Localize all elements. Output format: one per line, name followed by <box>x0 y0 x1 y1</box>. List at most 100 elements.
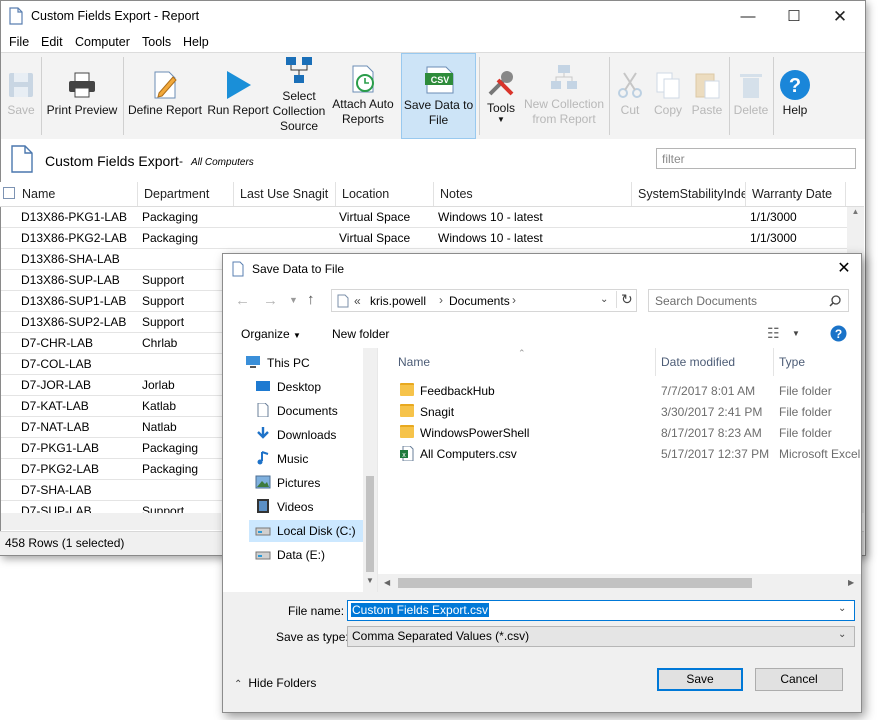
save-button[interactable]: Save <box>657 668 743 691</box>
column-header-location[interactable]: Location <box>336 182 434 206</box>
define-report-button[interactable]: Define Report <box>125 53 205 139</box>
delete-button[interactable]: Delete <box>731 53 771 139</box>
list-item[interactable]: FeedbackHub 7/7/2017 8:01 AM File folder <box>378 381 861 402</box>
tree-vertical-scrollbar[interactable]: ▼ <box>363 348 377 592</box>
address-history-chevron-icon[interactable]: ⌄ <box>600 294 608 305</box>
scroll-left-icon[interactable]: ◀ <box>384 578 390 587</box>
save-data-to-file-button[interactable]: CSV Save Data to File <box>401 53 476 139</box>
tools-button[interactable]: Tools ▼ <box>481 53 521 139</box>
cancel-button[interactable]: Cancel <box>755 668 843 691</box>
tree-item[interactable]: Downloads <box>255 424 336 446</box>
scroll-down-icon[interactable]: ▼ <box>366 576 374 585</box>
file-name-dropdown-icon[interactable]: ⌄ <box>838 603 846 614</box>
copy-button[interactable]: Copy <box>649 53 687 139</box>
view-chevron-down-icon[interactable]: ▼ <box>792 329 800 338</box>
table-row[interactable]: D13X86-PKG2-LAB Packaging Virtual Space Win… <box>1 228 847 249</box>
menu-edit[interactable]: Edit <box>41 35 63 49</box>
list-item[interactable]: WindowsPowerShell 8/17/2017 8:23 AM File f… <box>378 423 861 444</box>
help-button[interactable]: ? Help <box>775 53 815 139</box>
grid-horizontal-scrollbar[interactable] <box>1 513 221 530</box>
cut-button[interactable]: Cut <box>611 53 649 139</box>
menu-computer[interactable]: Computer <box>75 35 130 49</box>
document-icon <box>232 261 244 277</box>
column-header-name[interactable]: Name <box>16 182 138 206</box>
breadcrumb-kris-powell[interactable]: kris.powell <box>370 294 426 308</box>
list-item[interactable]: Snagit 3/30/2017 2:41 PM File folder <box>378 402 861 423</box>
column-header-last-use-snagit[interactable]: Last Use Snagit <box>234 182 336 206</box>
chevron-down-icon: ▼ <box>293 331 301 340</box>
close-button[interactable]: ✕ <box>817 1 863 32</box>
view-options-icon[interactable]: ☷ <box>767 325 780 342</box>
paste-button[interactable]: Paste <box>687 53 727 139</box>
select-all-checkbox[interactable] <box>3 187 15 199</box>
table-cell: D13X86-PKG1-LAB <box>21 210 128 224</box>
attach-auto-reports-button[interactable]: Attach Auto Reports <box>329 53 397 139</box>
tree-item-label: Desktop <box>277 380 322 394</box>
table-cell: D7-PKG2-LAB <box>21 462 100 476</box>
save-as-type-select[interactable]: Comma Separated Values (*.csv) ⌄ <box>347 626 855 647</box>
search-icon <box>829 295 841 307</box>
filter-input[interactable]: filter <box>656 148 856 169</box>
file-name-text: FeedbackHub <box>420 384 495 398</box>
breadcrumb-overflow[interactable]: « <box>354 294 361 308</box>
column-header-department[interactable]: Department <box>138 182 234 206</box>
scroll-up-icon[interactable]: ▲ <box>847 207 864 221</box>
save-toolbar-button[interactable]: Save <box>1 53 41 139</box>
breadcrumb-documents[interactable]: Documents <box>449 294 510 308</box>
dialog-footer: File name: Custom Fields Export.csv ⌄ Sa… <box>223 592 861 712</box>
back-arrow-icon[interactable]: ← <box>235 292 250 309</box>
file-column-type[interactable]: Type <box>774 348 861 376</box>
toolbar-separator <box>609 57 610 135</box>
toolbar-separator <box>479 57 480 135</box>
forward-arrow-icon[interactable]: → <box>263 292 278 309</box>
organize-button[interactable]: Organize ▼ <box>241 327 301 341</box>
tree-scroll-thumb[interactable] <box>366 476 374 572</box>
table-cell: Support <box>142 273 185 287</box>
videos-icon <box>255 499 277 514</box>
address-bar[interactable]: « kris.powell › Documents › ⌄ ↻ <box>331 289 637 312</box>
menu-help[interactable]: Help <box>183 35 209 49</box>
scroll-right-icon[interactable]: ▶ <box>848 578 854 587</box>
refresh-icon[interactable]: ↻ <box>616 291 633 308</box>
up-arrow-icon[interactable]: ↑ <box>307 291 315 308</box>
select-collection-source-button[interactable]: Select Collection Source <box>271 53 327 139</box>
search-documents-input[interactable]: Search Documents <box>648 289 849 312</box>
list-item[interactable]: x All Computers.csv 5/17/2017 12:37 PM Micr… <box>378 444 861 465</box>
file-list-scroll-thumb[interactable] <box>398 578 752 588</box>
column-header-notes[interactable]: Notes <box>434 182 632 206</box>
dialog-close-button[interactable]: ✕ <box>831 258 857 280</box>
file-name-input[interactable]: Custom Fields Export.csv ⌄ <box>347 600 855 621</box>
file-name: FeedbackHub <box>400 381 650 402</box>
tree-item[interactable]: Local Disk (C:) <box>249 520 363 542</box>
tree-item[interactable]: Data (E:) <box>255 544 325 566</box>
help-icon[interactable]: ? <box>830 325 847 342</box>
column-header-system-stability[interactable]: SystemStabilityInde: <box>632 182 746 206</box>
tree-item[interactable]: Documents <box>255 400 338 422</box>
column-header-warranty-date[interactable]: Warranty Date <box>746 182 846 206</box>
table-row[interactable]: D13X86-PKG1-LAB Packaging Virtual Space Win… <box>1 207 847 228</box>
tree-item[interactable]: This PC <box>245 352 310 374</box>
minimize-button[interactable]: — <box>725 1 771 32</box>
row-count-status: 458 Rows (1 selected) <box>5 536 125 550</box>
table-cell <box>636 228 746 249</box>
file-name-text: All Computers.csv <box>420 447 517 461</box>
menu-tools[interactable]: Tools <box>142 35 171 49</box>
maximize-button[interactable]: ☐ <box>771 1 817 32</box>
pictures-icon <box>255 475 277 490</box>
new-collection-from-report-button[interactable]: New Collection from Report <box>523 53 605 139</box>
menu-file[interactable]: File <box>9 35 29 49</box>
file-list-horizontal-scrollbar[interactable]: ◀ ▶ <box>378 574 861 592</box>
tree-item[interactable]: Desktop <box>255 376 321 398</box>
file-date: 3/30/2017 2:41 PM <box>661 405 763 419</box>
tree-item[interactable]: Music <box>255 448 308 470</box>
new-folder-button[interactable]: New folder <box>332 327 389 341</box>
document-icon <box>9 7 23 25</box>
tree-item[interactable]: Pictures <box>255 472 320 494</box>
tree-item[interactable]: Videos <box>255 496 313 518</box>
hide-folders-button[interactable]: ⌃ Hide Folders <box>234 676 316 690</box>
file-column-name[interactable]: Name <box>393 348 656 376</box>
print-preview-button[interactable]: Print Preview <box>43 53 121 139</box>
file-column-date-modified[interactable]: Date modified <box>656 348 774 376</box>
recent-locations-chevron-icon[interactable]: ▼ <box>289 295 298 305</box>
run-report-button[interactable]: Run Report <box>205 53 271 139</box>
